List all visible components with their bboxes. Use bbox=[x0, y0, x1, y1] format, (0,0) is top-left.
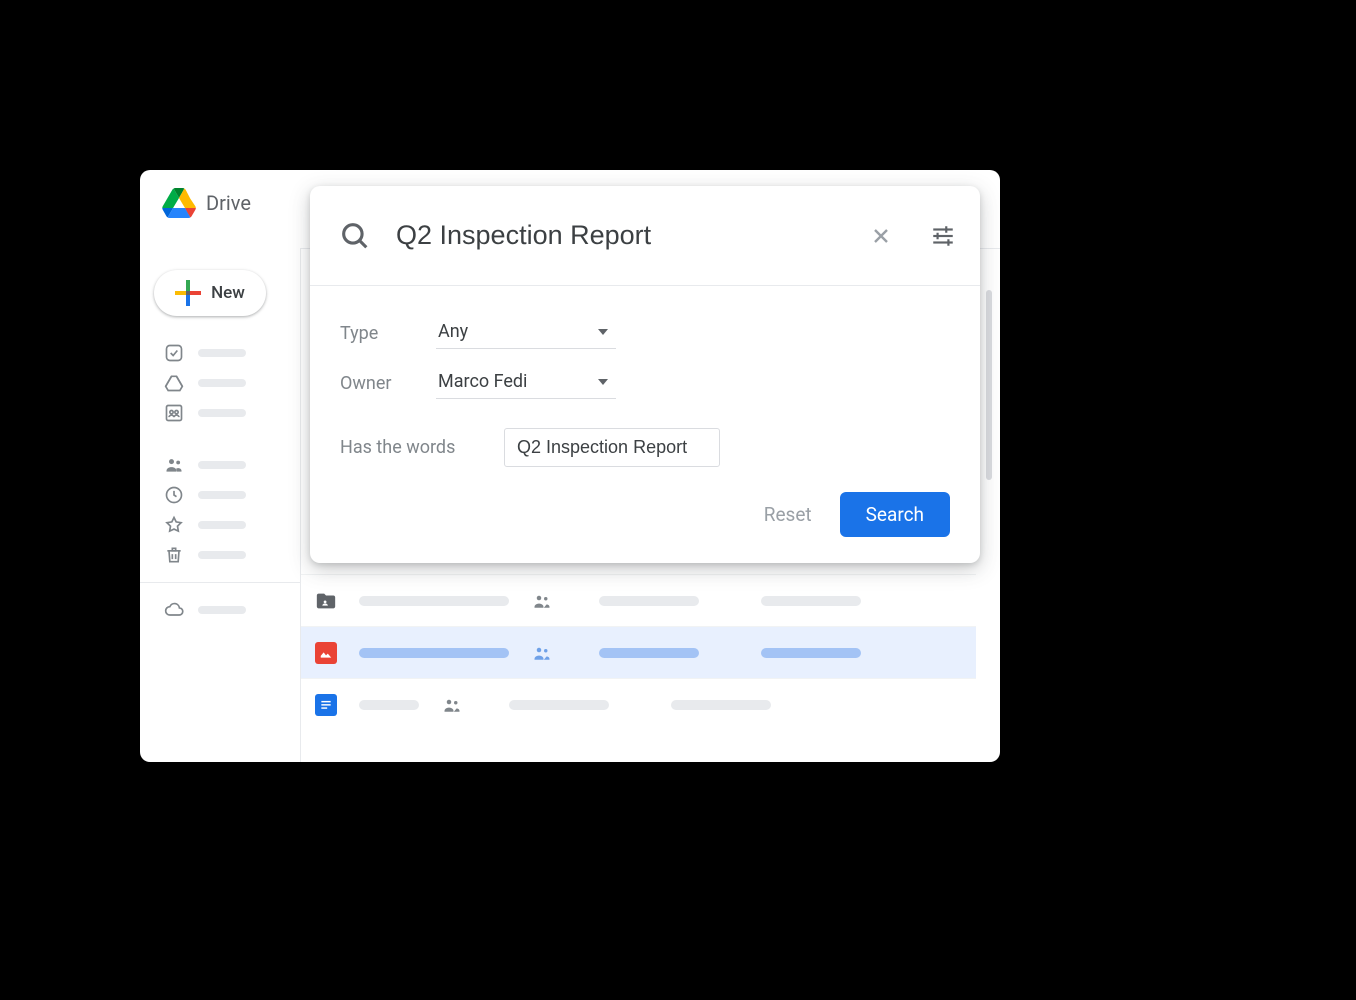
filter-actions: Reset Search bbox=[340, 472, 950, 537]
drive-outline-icon bbox=[164, 373, 184, 393]
file-meta-placeholder bbox=[761, 648, 861, 658]
image-file-icon bbox=[315, 642, 337, 664]
sidebar-item-trash[interactable] bbox=[140, 540, 300, 570]
file-meta-placeholder bbox=[599, 648, 699, 658]
filter-words-input-wrap[interactable] bbox=[504, 428, 720, 467]
shared-icon bbox=[441, 697, 463, 713]
file-meta-placeholder bbox=[671, 700, 771, 710]
filter-type-select[interactable]: Any bbox=[436, 317, 616, 349]
file-row-selected[interactable] bbox=[301, 626, 976, 678]
trash-icon bbox=[164, 545, 184, 565]
file-row[interactable] bbox=[301, 574, 976, 626]
brand: Drive bbox=[162, 188, 251, 218]
search-icon bbox=[338, 219, 372, 253]
filter-words-label: Has the words bbox=[340, 437, 470, 458]
clear-search-button[interactable] bbox=[862, 217, 900, 255]
sidebar bbox=[140, 338, 300, 625]
star-icon bbox=[164, 515, 184, 535]
search-button[interactable]: Search bbox=[840, 492, 950, 537]
sidebar-item-my-drive[interactable] bbox=[140, 368, 300, 398]
sidebar-item-storage[interactable] bbox=[140, 595, 300, 625]
shared-drives-icon bbox=[164, 403, 184, 423]
sidebar-label-placeholder bbox=[198, 606, 246, 614]
filter-owner-row: Owner Marco Fedi bbox=[340, 358, 950, 408]
plus-icon bbox=[175, 280, 201, 306]
doc-file-icon bbox=[315, 694, 337, 716]
sidebar-label-placeholder bbox=[198, 379, 246, 387]
filter-type-label: Type bbox=[340, 323, 436, 344]
file-name-placeholder bbox=[359, 596, 509, 606]
sidebar-item-shared-drives[interactable] bbox=[140, 398, 300, 428]
file-list bbox=[301, 574, 976, 730]
filter-type-row: Type Any bbox=[340, 308, 950, 358]
clock-icon bbox=[164, 485, 184, 505]
checkbox-icon bbox=[164, 343, 184, 363]
sidebar-item-shared-with-me[interactable] bbox=[140, 450, 300, 480]
filter-owner-value: Marco Fedi bbox=[438, 371, 527, 392]
brand-name: Drive bbox=[206, 191, 251, 215]
filter-body: Type Any Owner Marco Fedi Has the words … bbox=[310, 286, 980, 563]
sidebar-label-placeholder bbox=[198, 551, 246, 559]
new-button[interactable]: New bbox=[154, 270, 266, 316]
file-row[interactable] bbox=[301, 678, 976, 730]
sidebar-label-placeholder bbox=[198, 491, 246, 499]
filter-owner-label: Owner bbox=[340, 373, 436, 394]
drive-logo-icon bbox=[162, 188, 196, 218]
filter-words-row: Has the words bbox=[340, 422, 950, 472]
sidebar-label-placeholder bbox=[198, 409, 246, 417]
scrollbar[interactable] bbox=[986, 290, 992, 480]
shared-icon bbox=[531, 593, 553, 609]
people-icon bbox=[164, 455, 184, 475]
search-input[interactable] bbox=[396, 220, 838, 251]
advanced-search-panel: Type Any Owner Marco Fedi Has the words … bbox=[310, 186, 980, 563]
sidebar-item-recent[interactable] bbox=[140, 480, 300, 510]
sidebar-label-placeholder bbox=[198, 349, 246, 357]
chevron-down-icon bbox=[598, 329, 608, 335]
sidebar-item-priority[interactable] bbox=[140, 338, 300, 368]
file-meta-placeholder bbox=[509, 700, 609, 710]
filter-type-value: Any bbox=[438, 321, 468, 342]
file-meta-placeholder bbox=[761, 596, 861, 606]
cloud-icon bbox=[164, 600, 184, 620]
file-meta-placeholder bbox=[599, 596, 699, 606]
sidebar-divider bbox=[140, 582, 300, 583]
file-name-placeholder bbox=[359, 648, 509, 658]
sidebar-item-starred[interactable] bbox=[140, 510, 300, 540]
shared-icon bbox=[531, 645, 553, 661]
filter-words-input[interactable] bbox=[517, 437, 707, 458]
new-button-label: New bbox=[211, 283, 245, 303]
chevron-down-icon bbox=[598, 379, 608, 385]
search-options-icon[interactable] bbox=[924, 217, 962, 255]
search-row bbox=[310, 186, 980, 286]
reset-button[interactable]: Reset bbox=[764, 503, 812, 526]
sidebar-label-placeholder bbox=[198, 461, 246, 469]
sidebar-label-placeholder bbox=[198, 521, 246, 529]
shared-folder-icon bbox=[315, 590, 337, 612]
file-name-placeholder bbox=[359, 700, 419, 710]
filter-owner-select[interactable]: Marco Fedi bbox=[436, 367, 616, 399]
